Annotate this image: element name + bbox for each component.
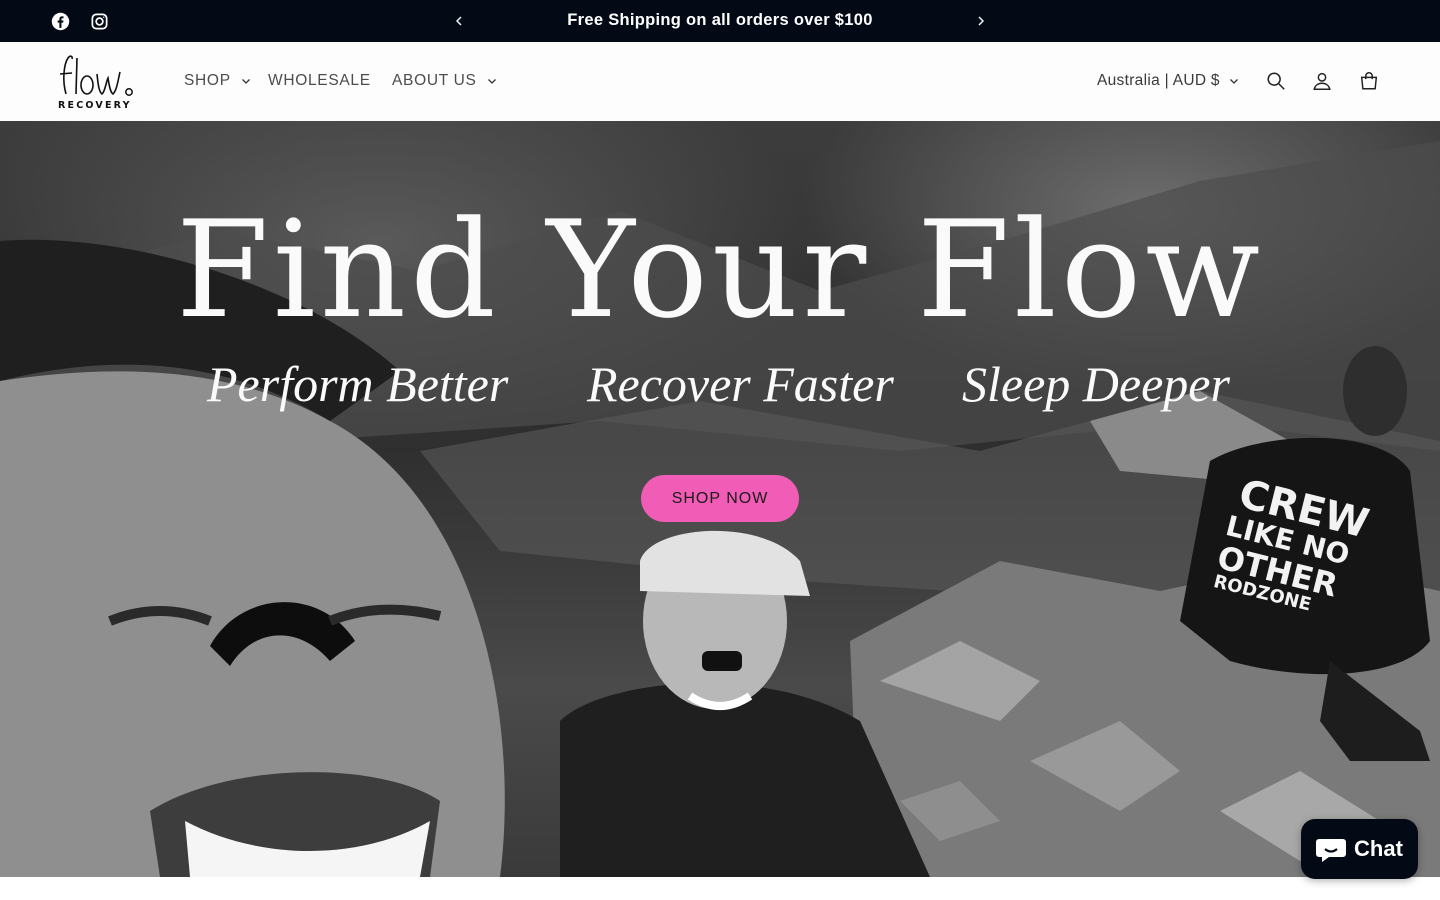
nav-about-us-label: ABOUT US [392,72,477,89]
flow-recovery-logo[interactable]: RECOVERY [52,50,144,114]
tagline-recover-faster: Recover Faster [587,356,894,412]
chevron-down-icon [1229,79,1238,84]
announcement-text: Free Shipping on all orders over $100 [567,11,873,29]
site-header: RECOVERY SHOP WHOLESALE ABOUT US Austral… [0,42,1440,121]
nav-wholesale[interactable]: WHOLESALE [268,72,371,90]
instagram-icon[interactable] [88,10,110,32]
chevron-left-icon [456,16,462,26]
account-icon[interactable] [1310,69,1334,93]
next-announcement-button[interactable] [971,11,991,31]
nav-wholesale-label: WHOLESALE [268,72,371,89]
chevron-down-icon [241,79,250,84]
logo-subtext: RECOVERY [58,100,132,111]
chevron-down-icon [487,79,496,84]
previous-announcement-button[interactable] [449,11,469,31]
chat-bubble-icon [1316,839,1347,862]
nav-shop[interactable]: SHOP [184,72,251,90]
announcement-bar: Free Shipping on all orders over $100 [0,0,1440,42]
tagline-sleep-deeper: Sleep Deeper [962,356,1230,412]
hero-banner: Find Your Flow Perform Better Recover Fa… [0,121,1440,877]
chat-widget-button[interactable]: Chat [1301,819,1418,879]
nav-about-us[interactable]: ABOUT US [392,72,497,90]
hero-title: Find Your Flow [175,192,1265,348]
facebook-icon[interactable] [49,10,71,32]
tagline-perform-better: Perform Better [207,356,509,412]
search-icon[interactable] [1264,69,1288,93]
chat-label: Chat [1354,836,1403,861]
locale-label: Australia | AUD $ [1097,72,1220,89]
cart-icon[interactable] [1357,69,1381,93]
nav-shop-label: SHOP [184,72,231,89]
page-content-below-hero [0,877,1440,900]
country-currency-selector[interactable]: Australia | AUD $ [1097,72,1239,90]
chevron-right-icon [978,16,984,26]
shop-now-button[interactable]: SHOP NOW [641,475,799,522]
